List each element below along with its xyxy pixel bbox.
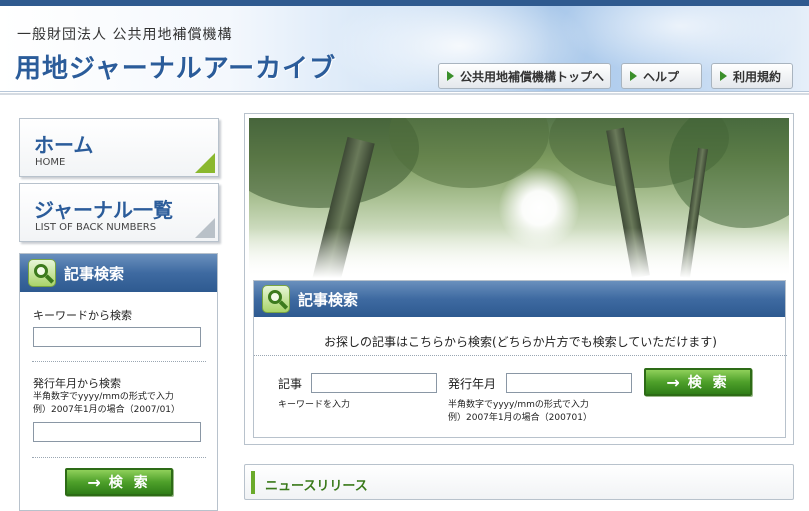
journal-list-subtitle: LIST OF BACK NUMBERS: [35, 222, 157, 233]
date-format-note: 半角数字でyyyy/mmの形式で入力: [33, 392, 174, 402]
magnifier-icon: [28, 259, 56, 287]
help-button[interactable]: ヘルプ: [621, 63, 702, 89]
site-header: 一般財団法人 公共用地補償機構 用地ジャーナルアーカイブ 公共用地補償機構トップ…: [0, 6, 809, 92]
article-label: 記事: [278, 377, 303, 391]
home-subtitle: HOME: [35, 157, 66, 168]
article-keyword-input[interactable]: [311, 373, 437, 393]
triangle-right-icon: [447, 71, 454, 81]
arrow-right-icon: →: [666, 372, 680, 392]
main-search-header: 記事検索: [254, 281, 785, 317]
sidebar-search-panel: 記事検索 キーワードから検索 発行年月から検索 半角数字でyyyy/mmの形式で…: [19, 253, 218, 511]
sidebar-item-journal-list[interactable]: ジャーナル一覧 LIST OF BACK NUMBERS: [19, 183, 219, 242]
date-search-label: 発行年月から検索: [33, 377, 121, 390]
issue-date-label: 発行年月: [448, 377, 497, 391]
search-instruction: お探しの記事はこちらから検索(どちらか片方でも検索していただけます): [323, 335, 717, 349]
sidebar-date-input[interactable]: [33, 422, 201, 442]
news-release-title: ニュースリリース: [265, 479, 368, 494]
terms-label: 利用規約: [733, 69, 782, 84]
main-search-title: 記事検索: [298, 290, 359, 309]
corner-triangle-icon: [195, 153, 215, 173]
sidebar-search-header: 記事検索: [20, 254, 217, 292]
arrow-right-icon: →: [87, 472, 101, 492]
site-title[interactable]: 用地ジャーナルアーカイブ: [15, 48, 336, 85]
date-example-note: 例）2007年1月の場合（200701）: [448, 413, 592, 423]
triangle-right-icon: [630, 71, 637, 81]
journal-list-title: ジャーナル一覧: [34, 198, 173, 222]
corner-triangle-icon: [195, 218, 215, 238]
organization-name: 一般財団法人 公共用地補償機構: [17, 27, 233, 43]
home-title: ホーム: [34, 133, 94, 157]
sidebar-search-button[interactable]: → 検 索: [65, 468, 173, 496]
triangle-right-icon: [720, 71, 727, 81]
date-format-note: 半角数字でyyyy/mmの形式で入力: [448, 400, 589, 410]
sidebar-search-title: 記事検索: [64, 264, 125, 283]
main-search-button[interactable]: → 検 索: [644, 368, 752, 396]
forest-hero-image: [249, 118, 789, 278]
terms-button[interactable]: 利用規約: [711, 63, 793, 89]
help-label: ヘルプ: [643, 69, 680, 84]
news-release-section[interactable]: ニュースリリース: [244, 464, 794, 500]
article-note: キーワードを入力: [278, 400, 351, 410]
divider: [32, 457, 206, 458]
main-content-box: 記事検索 お探しの記事はこちらから検索(どちらか片方でも検索していただけます) …: [244, 113, 794, 445]
section-accent-bar: [251, 471, 255, 494]
divider: [32, 361, 206, 362]
keyword-search-label: キーワードから検索: [33, 309, 132, 322]
sidebar-keyword-input[interactable]: [33, 327, 201, 347]
main-search-panel: 記事検索 お探しの記事はこちらから検索(どちらか片方でも検索していただけます) …: [253, 280, 787, 438]
header-divider: [0, 93, 809, 95]
magnifier-icon: [262, 285, 290, 313]
sidebar-item-home[interactable]: ホーム HOME: [19, 118, 219, 177]
org-top-link-label: 公共用地補償機構トップへ: [460, 69, 605, 84]
issue-date-input[interactable]: [506, 373, 632, 393]
divider: [254, 355, 787, 356]
org-top-link-button[interactable]: 公共用地補償機構トップへ: [438, 63, 611, 89]
main-search-button-label: 検 索: [687, 375, 730, 391]
date-example-note: 例）2007年1月の場合（2007/01）: [33, 405, 181, 415]
sidebar-search-button-label: 検 索: [108, 475, 151, 491]
